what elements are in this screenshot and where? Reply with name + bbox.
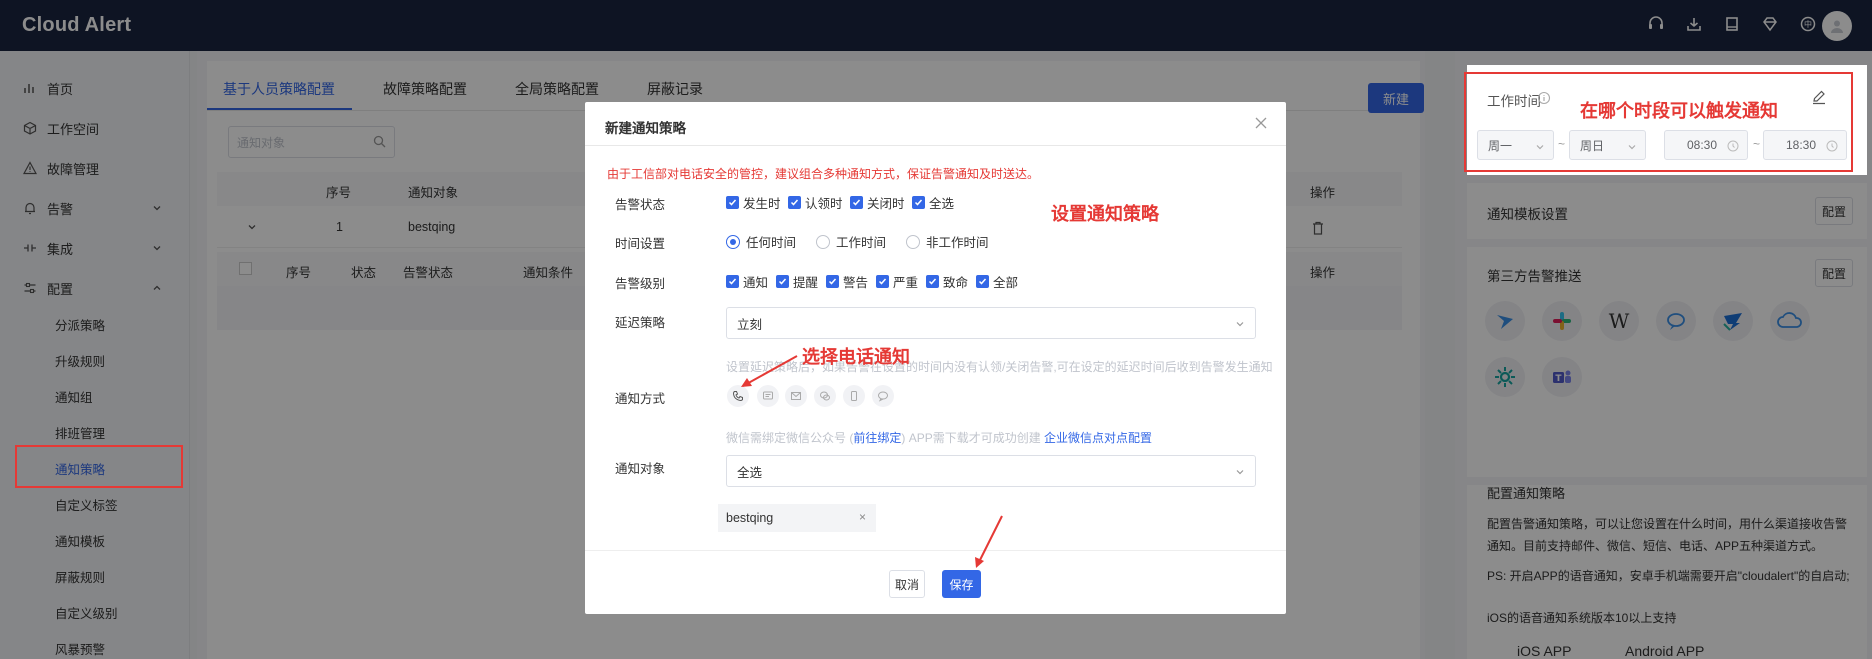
cancel-button[interactable]: 取消 — [889, 570, 925, 598]
wecom-config-link[interactable]: 企业微信点对点配置 — [1044, 431, 1152, 445]
annotation-choose-phone: 选择电话通知 — [802, 347, 910, 367]
radio-any-time[interactable]: 任何时间 — [726, 232, 796, 251]
modal-header: 新建通知策略 — [585, 102, 1286, 146]
alert-status-label: 告警状态 — [615, 198, 666, 212]
annotation-arrow-save — [975, 515, 1003, 568]
radio-work-time[interactable]: 工作时间 — [816, 232, 886, 251]
delay-value: 立刻 — [737, 317, 763, 332]
checkbox-label: 认领时 — [805, 197, 843, 211]
checkbox-checked-icon — [850, 196, 863, 209]
modal-warning: 由于工信部对电话安全的管控，建议组合多种通知方式，保证告警通知及时送达。 — [607, 167, 1040, 181]
checkbox-level-warning[interactable]: 警告 — [826, 272, 868, 291]
annotation-arrow-phone — [741, 355, 798, 387]
checkbox-level-fatal[interactable]: 致命 — [926, 272, 968, 291]
checkbox-checked-icon — [976, 275, 989, 288]
checkbox-checked-icon — [826, 275, 839, 288]
checkbox-checked-icon — [776, 275, 789, 288]
checkbox-checked-icon — [876, 275, 889, 288]
time-setting-label: 时间设置 — [615, 237, 666, 251]
checkbox-on-occur[interactable]: 发生时 — [726, 193, 781, 212]
annotation-box-notify-policy — [15, 445, 183, 488]
checkbox-label: 致命 — [943, 276, 969, 290]
notify-target-label: 通知对象 — [615, 462, 666, 476]
radio-icon — [906, 234, 920, 249]
checkbox-label: 提醒 — [793, 276, 819, 290]
checkbox-checked-icon — [788, 196, 801, 209]
alert-level-label: 告警级别 — [615, 277, 666, 291]
checkbox-status-all[interactable]: 全选 — [912, 193, 954, 212]
checkbox-on-close[interactable]: 关闭时 — [850, 193, 905, 212]
annotation-trigger-time: 在哪个时段可以触发通知 — [1580, 101, 1778, 121]
checkbox-level-notice[interactable]: 通知 — [726, 272, 768, 291]
save-button[interactable]: 保存 — [942, 570, 981, 598]
wechat-hint-text: 微信需绑定微信公众号 ( — [726, 431, 854, 445]
checkbox-checked-icon — [726, 275, 739, 288]
bind-wechat-link[interactable]: 前往绑定 — [853, 431, 901, 445]
radio-label: 工作时间 — [836, 236, 887, 250]
checkbox-label: 警告 — [843, 276, 869, 290]
chevron-down-icon — [1235, 467, 1245, 477]
checkbox-checked-icon — [912, 196, 925, 209]
notify-target-select[interactable]: 全选 — [726, 455, 1256, 487]
checkbox-on-claim[interactable]: 认领时 — [788, 193, 843, 212]
target-tag-label: bestqing — [726, 511, 774, 525]
checkbox-checked-icon — [726, 196, 739, 209]
chat-icon[interactable] — [872, 385, 894, 407]
checkbox-level-remind[interactable]: 提醒 — [776, 272, 818, 291]
radio-non-work-time[interactable]: 非工作时间 — [906, 232, 989, 251]
checkbox-level-all[interactable]: 全部 — [976, 272, 1018, 291]
close-icon[interactable] — [1254, 116, 1268, 130]
checkbox-label: 关闭时 — [867, 197, 905, 211]
delay-label: 延迟策略 — [615, 316, 666, 330]
wechat-icon[interactable] — [814, 385, 836, 407]
modal-footer — [585, 550, 1286, 614]
radio-label: 任何时间 — [746, 236, 797, 250]
delay-select[interactable]: 立刻 — [726, 307, 1256, 339]
checkbox-label: 全部 — [993, 276, 1019, 290]
checkbox-level-severe[interactable]: 严重 — [876, 272, 918, 291]
radio-label: 非工作时间 — [926, 236, 989, 250]
wechat-hint-mid: ) APP需下载才可成功创建 — [901, 431, 1045, 445]
wechat-hint: 微信需绑定微信公众号 (前往绑定) APP需下载才可成功创建 企业微信点对点配置 — [726, 429, 1152, 446]
new-policy-modal: 新建通知策略 由于工信部对电话安全的管控，建议组合多种通知方式，保证告警通知及时… — [585, 102, 1286, 614]
checkbox-label: 通知 — [743, 276, 769, 290]
checkbox-label: 严重 — [893, 276, 919, 290]
modal-title: 新建通知策略 — [605, 121, 686, 136]
tag-close-icon[interactable]: × — [859, 510, 866, 524]
annotation-set-policy: 设置通知策略 — [1051, 204, 1159, 224]
radio-icon — [816, 234, 830, 249]
radio-selected-icon — [726, 234, 740, 249]
target-tag: bestqing × — [718, 504, 876, 532]
checkbox-checked-icon — [926, 275, 939, 288]
chevron-down-icon — [1235, 319, 1245, 329]
checkbox-label: 发生时 — [743, 197, 781, 211]
notify-target-value: 全选 — [737, 465, 763, 480]
notify-method-label: 通知方式 — [615, 392, 666, 406]
checkbox-label: 全选 — [929, 197, 955, 211]
mobile-app-icon[interactable] — [843, 385, 865, 407]
